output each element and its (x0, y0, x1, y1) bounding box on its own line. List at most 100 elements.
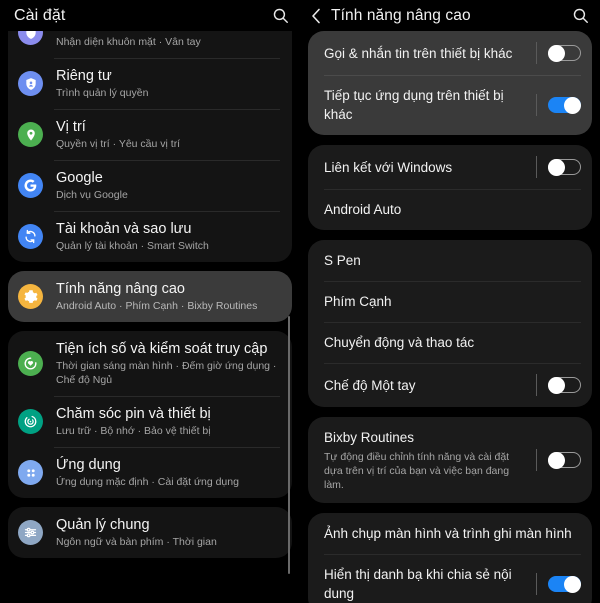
feature-row[interactable]: S Pen (308, 240, 592, 281)
toggle-knob (548, 159, 565, 176)
detail-page-title: Tính năng nâng cao (331, 6, 471, 24)
toggle-divider (536, 374, 537, 396)
feature-row[interactable]: Ảnh chụp màn hình và trình ghi màn hình (308, 513, 592, 554)
feature-card: Liên kết với Windows Android Auto (308, 145, 592, 230)
settings-item-subtitle: Ngôn ngữ và bàn phím · Thời gian (56, 536, 217, 548)
feature-row[interactable]: Tiếp tục ứng dụng trên thiết bị khác (308, 75, 592, 135)
settings-item-subtitle: Trình quản lý quyền (56, 87, 149, 99)
settings-card: Tiện ích số và kiểm soát truy cập Thời gi… (8, 331, 292, 498)
settings-item-subtitle: Nhận diện khuôn mặt · Vân tay (56, 36, 201, 48)
feature-row[interactable]: Chuyển động và thao tác (308, 322, 592, 363)
settings-item-text: Riêng tư Trình quản lý quyền (56, 67, 280, 100)
settings-list-item[interactable]: Ứng dụng Ứng dụng mặc định · Cài đặt ứng … (8, 447, 292, 498)
feature-row-text: Tiếp tục ứng dụng trên thiết bị khác (324, 86, 536, 124)
settings-item-title: Ứng dụng (56, 457, 121, 473)
toggle-knob (564, 576, 581, 593)
settings-list-item[interactable]: Riêng tư Trình quản lý quyền (8, 58, 292, 109)
search-icon[interactable] (570, 6, 590, 26)
feature-row-text: Android Auto (324, 200, 581, 219)
settings-item-title: Google (56, 170, 103, 186)
toggle-switch[interactable] (548, 576, 581, 593)
feature-card: Ảnh chụp màn hình và trình ghi màn hình H… (308, 513, 592, 603)
sync-backup-icon (18, 224, 43, 249)
settings-list-item[interactable]: Vị trí Quyền vị trí · Yêu cầu vị trí (8, 109, 292, 160)
feature-row[interactable]: Phím Cạnh (308, 281, 592, 322)
feature-row-title: Chuyển động và thao tác (324, 335, 475, 350)
toggle-knob (548, 377, 565, 394)
digital-wellbeing-icon (18, 351, 43, 376)
settings-item-title: Tài khoản và sao lưu (56, 221, 192, 237)
settings-list-item[interactable]: Tiện ích số và kiểm soát truy cập Thời gi… (8, 331, 292, 396)
settings-list-item[interactable]: Quản lý chung Ngôn ngữ và bàn phím · Thời… (8, 507, 292, 558)
toggle-group (536, 573, 581, 595)
toggle-divider (536, 449, 537, 471)
toggle-knob (564, 97, 581, 114)
settings-item-title: Riêng tư (56, 68, 112, 84)
toggle-divider (536, 573, 537, 595)
toggle-switch[interactable] (548, 45, 581, 62)
settings-item-subtitle: Android Auto · Phím Cạnh · Bixby Routine… (56, 300, 258, 312)
left-header: Cài đặt (0, 0, 300, 31)
settings-card-selected: Tính năng nâng cao Android Auto · Phím Cạ… (8, 271, 292, 322)
toggle-group (536, 449, 581, 471)
settings-item-subtitle: Quản lý tài khoản · Smart Switch (56, 240, 209, 252)
back-chevron-icon[interactable] (308, 6, 324, 26)
gear-advanced-icon (18, 284, 43, 309)
toggle-group (536, 374, 581, 396)
settings-item-text: Chăm sóc pin và thiết bị Lưu trữ · Bộ nhớ… (56, 405, 280, 438)
settings-list-item[interactable]: Chăm sóc pin và thiết bị Lưu trữ · Bộ nhớ… (8, 396, 292, 447)
settings-item-text: Tính năng nâng cao Android Auto · Phím Cạ… (56, 280, 280, 313)
feature-row-text: S Pen (324, 251, 581, 270)
feature-row-text: Liên kết với Windows (324, 158, 536, 177)
feature-row[interactable]: Hiển thị danh bạ khi chia sẻ nội dung (308, 554, 592, 603)
feature-row-title: S Pen (324, 253, 361, 268)
settings-item-text: Vị trí Quyền vị trí · Yêu cầu vị trí (56, 118, 280, 151)
settings-item-title: Vị trí (56, 119, 86, 135)
settings-list-item[interactable]: Google Dịch vụ Google (8, 160, 292, 211)
toggle-switch[interactable] (548, 159, 581, 176)
settings-list-item[interactable]: Tài khoản và sao lưu Quản lý tài khoản · … (8, 211, 292, 262)
feature-row[interactable]: Bixby Routines Tự động điều chỉnh tính nă… (308, 417, 592, 503)
feature-row-title: Gọi & nhắn tin trên thiết bị khác (324, 45, 513, 61)
toggle-switch[interactable] (548, 377, 581, 394)
toggle-switch[interactable] (548, 97, 581, 114)
toggle-switch[interactable] (548, 452, 581, 469)
feature-row-title: Tiếp tục ứng dụng trên thiết bị khác (324, 88, 504, 122)
settings-item-text: Ứng dụng Ứng dụng mặc định · Cài đặt ứng … (56, 456, 280, 489)
toggle-knob (548, 45, 565, 62)
feature-row[interactable]: Chế độ Một tay (308, 363, 592, 407)
advanced-features-list[interactable]: Gọi & nhắn tin trên thiết bị khác Tiếp tụ… (300, 31, 600, 603)
toggle-divider (536, 94, 537, 116)
feature-row-text: Phím Cạnh (324, 292, 581, 311)
toggle-knob (548, 452, 565, 469)
settings-item-title: Tính năng nâng cao (56, 281, 185, 297)
settings-list[interactable]: Sinh trắc học và bảo mậtNhận diện khuôn … (0, 7, 300, 603)
settings-item-title: Quản lý chung (56, 517, 150, 533)
google-g-icon (18, 173, 43, 198)
feature-row-subtitle: Tự động điều chỉnh tính năng và cài đặt … (324, 451, 510, 491)
feature-row-text: Gọi & nhắn tin trên thiết bị khác (324, 44, 536, 63)
settings-item-subtitle: Lưu trữ · Bộ nhớ · Bảo vệ thiết bị (56, 425, 211, 437)
feature-row-title: Ảnh chụp màn hình và trình ghi màn hình (324, 526, 572, 541)
search-icon[interactable] (270, 6, 290, 26)
feature-row-title: Chế độ Một tay (324, 377, 416, 393)
feature-row[interactable]: Android Auto (308, 189, 592, 230)
feature-row-title: Liên kết với Windows (324, 159, 453, 175)
location-pin-icon (18, 122, 43, 147)
toggle-divider (536, 156, 537, 178)
settings-item-text: Google Dịch vụ Google (56, 169, 280, 202)
toggle-group (536, 94, 581, 116)
device-care-icon (18, 409, 43, 434)
feature-row-text: Chuyển động và thao tác (324, 333, 581, 352)
settings-item-text: Tiện ích số và kiểm soát truy cập Thời gi… (56, 340, 280, 387)
feature-row[interactable]: Gọi & nhắn tin trên thiết bị khác (308, 31, 592, 75)
feature-row[interactable]: Liên kết với Windows (308, 145, 592, 189)
dual-pane-settings-screen: Cài đặt Sinh trắc học và bảo mậtNhận diệ… (0, 0, 600, 603)
settings-card: Sinh trắc học và bảo mậtNhận diện khuôn … (8, 7, 292, 262)
settings-list-item[interactable]: Tính năng nâng cao Android Auto · Phím Cạ… (8, 271, 292, 322)
feature-row-text: Hiển thị danh bạ khi chia sẻ nội dung (324, 565, 536, 603)
left-scrollbar[interactable] (288, 316, 290, 574)
general-management-icon (18, 520, 43, 545)
settings-item-subtitle: Dịch vụ Google (56, 189, 128, 201)
apps-grid-icon (18, 460, 43, 485)
